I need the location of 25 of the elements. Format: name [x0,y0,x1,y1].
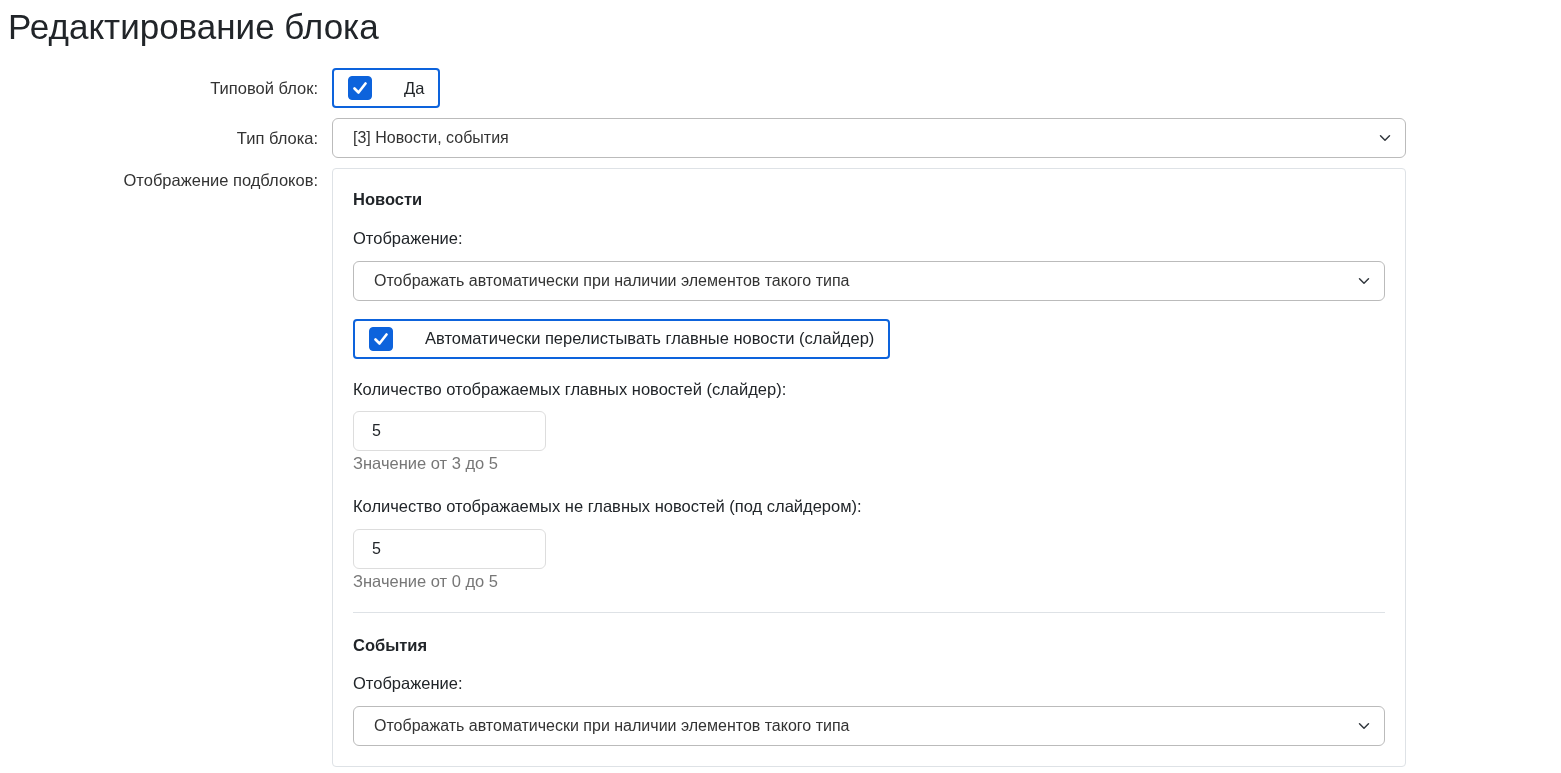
dropdown[interactable]: Отображать автоматически при наличии элементов такого типа [353,260,1385,301]
field-label: Отображение подблоков: [122,170,318,191]
page-title: Редактирование блока [8,6,380,48]
checkbox[interactable] [348,76,372,100]
field-label: Количество отображаемых главных новостей (слайдер): [353,378,788,400]
checkbox[interactable] [369,326,393,351]
check-icon [374,332,388,345]
hint-text: Значение от 0 до 5 [353,570,500,592]
section-heading: Новости [353,189,424,210]
field-label: Тип блока: [235,128,318,149]
number-field[interactable]: 5 [353,528,546,569]
section-heading: События [353,634,429,656]
number-field[interactable]: 5 [353,411,546,452]
field-label: Количество отображаемых не главных новостей (под слайдером): [353,496,863,517]
field-label: Типовой блок: [209,78,318,99]
check-icon [353,82,367,94]
dropdown[interactable]: Отображать автоматически при наличии элементов такого типа [353,706,1385,746]
hint-text: Значение от 3 до 5 [353,453,500,475]
checkbox-option[interactable]: Да [332,68,441,108]
field-label: Отображение: [353,227,464,249]
checkbox-option[interactable]: Автоматически перелистывать главные новости (слайдер) [353,318,891,359]
checkbox-label: Автоматически перелистывать главные новости (слайдер) [425,328,875,350]
dropdown[interactable]: [3] Новости, события [332,118,1406,158]
field-label: Отображение: [353,673,464,695]
checkbox-label: Да [404,77,425,99]
